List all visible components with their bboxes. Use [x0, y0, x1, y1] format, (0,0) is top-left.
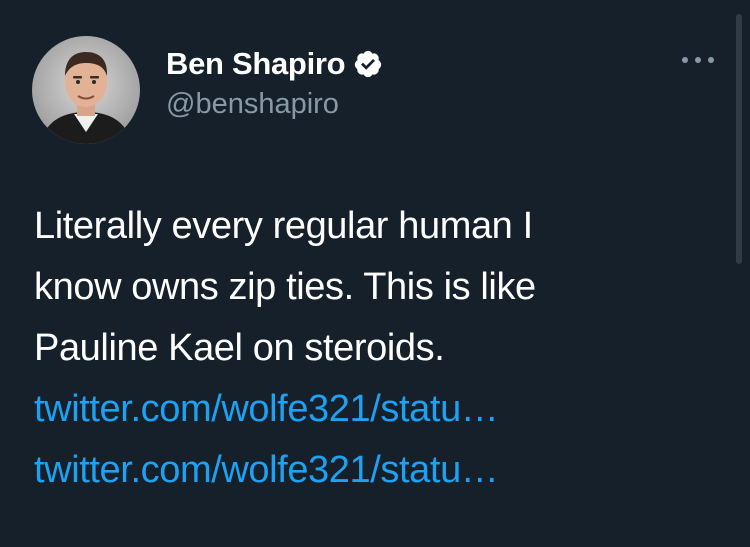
handle[interactable]: @benshapiro: [166, 88, 339, 121]
avatar[interactable]: [32, 36, 140, 144]
more-options-icon[interactable]: [682, 50, 714, 70]
avatar-image: [32, 36, 140, 144]
tweet-text-line: Literally every regular human I: [34, 205, 533, 247]
more-dot: [708, 57, 714, 63]
tweet-text-line: Pauline Kael on steroids.: [34, 327, 445, 369]
tweet-link[interactable]: twitter.com/wolfe321/statu…: [34, 440, 714, 501]
verified-badge-icon: [355, 50, 382, 78]
more-dot: [682, 57, 688, 63]
display-name[interactable]: Ben Shapiro: [166, 46, 346, 82]
scrollbar[interactable]: [736, 14, 742, 264]
author-name-row: Ben Shapiro: [166, 44, 383, 84]
tweet-link[interactable]: twitter.com/wolfe321/statu…: [34, 379, 714, 440]
more-dot: [695, 57, 701, 63]
tweet-card: Ben Shapiro @benshapiro Literally every …: [0, 0, 750, 547]
tweet-text-line: know owns zip ties. This is like: [34, 266, 536, 308]
tweet-text: Literally every regular human I know own…: [34, 196, 714, 501]
